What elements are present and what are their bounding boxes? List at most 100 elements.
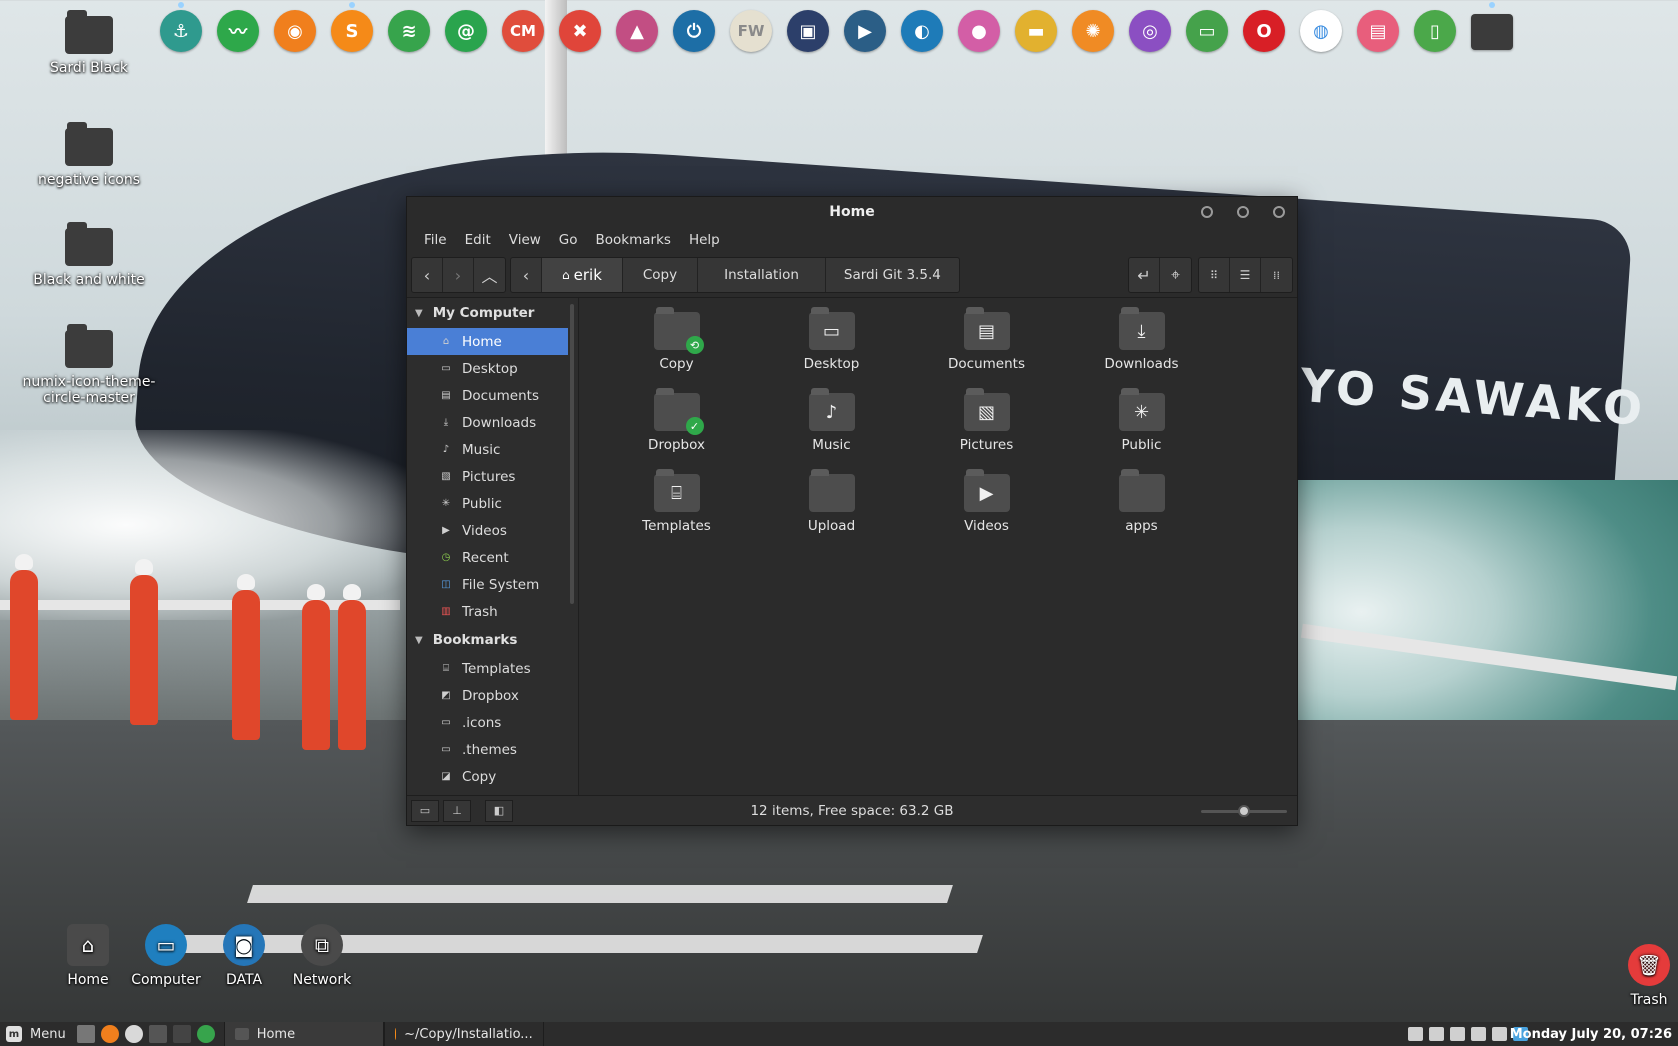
sidebar-item-templates[interactable]: ⌸ Templates	[407, 655, 578, 682]
desktop-trash[interactable]: 🗑 Trash	[1584, 944, 1678, 1008]
update-shield-icon[interactable]	[1492, 1027, 1507, 1041]
mail-icon[interactable]: @	[445, 10, 487, 52]
file-view[interactable]: ⟲ Copy ▭ Desktop ▤ Documents ⤓ Downloads ✓ Dropbo…	[579, 298, 1297, 795]
sidebar-item-documents[interactable]: ▤ Documents	[407, 382, 578, 409]
menu-view[interactable]: View	[500, 232, 550, 248]
firefox-icon[interactable]: ◉	[274, 10, 316, 52]
toggle-sidebar-button[interactable]: ◧	[485, 799, 513, 822]
sidebar-item-downloads[interactable]: ⤓ Downloads	[407, 409, 578, 436]
file-item-copy[interactable]: ⟲ Copy	[599, 307, 754, 372]
file-item-music[interactable]: ♪ Music	[754, 388, 909, 453]
file-item-apps[interactable]: apps	[1064, 469, 1219, 534]
spotify-icon[interactable]	[196, 1025, 215, 1043]
breadcrumb-back-button[interactable]: ‹	[511, 258, 542, 292]
breadcrumb-installation[interactable]: Installation	[698, 258, 826, 292]
dropbox-icon[interactable]	[1450, 1027, 1465, 1041]
maximize-button[interactable]	[1237, 206, 1249, 218]
power-icon[interactable]: ⏻	[673, 10, 715, 52]
ruler-icon[interactable]: ▬	[1015, 10, 1057, 52]
menu-edit[interactable]: Edit	[456, 232, 500, 248]
opera-icon[interactable]: O	[1243, 10, 1285, 52]
sidebar-item-trash[interactable]: ▥ Trash	[407, 598, 578, 625]
up-button[interactable]: ︿	[474, 258, 505, 292]
sidebar-item-icons[interactable]: ▭ .icons	[407, 709, 578, 736]
forward-button[interactable]: ›	[443, 258, 474, 292]
volume-icon[interactable]	[1429, 1027, 1444, 1041]
desktop-folder-sardi-black[interactable]: Sardi Black	[24, 10, 154, 76]
sublime-icon[interactable]: S	[331, 10, 373, 52]
breadcrumb-copy[interactable]: Copy	[623, 258, 699, 292]
file-item-pictures[interactable]: ▧ Pictures	[909, 388, 1064, 453]
window-titlebar[interactable]: Home	[407, 197, 1297, 227]
zoom-slider-handle[interactable]	[1238, 805, 1250, 817]
desktop-folder-numix[interactable]: numix-icon-theme-circle-master	[18, 324, 160, 406]
menu-help[interactable]: Help	[680, 232, 729, 248]
minimize-button[interactable]	[1201, 206, 1213, 218]
file-item-dropbox[interactable]: ✓ Dropbox	[599, 388, 754, 453]
spotify-icon[interactable]: ≋	[388, 10, 430, 52]
taskbar-window-home[interactable]: Home	[223, 1022, 384, 1046]
search-button[interactable]: ⌖	[1160, 258, 1191, 292]
pinwheel-icon[interactable]: ✺	[1072, 10, 1114, 52]
desktop-folder-black-and-white[interactable]: Black and white	[24, 222, 154, 288]
screenshot-icon[interactable]	[1471, 1027, 1486, 1041]
folder-icon[interactable]	[1471, 14, 1513, 50]
toggle-location-button[interactable]: ↵	[1129, 258, 1160, 292]
sidebar-section-computer[interactable]: ▼ My Computer	[407, 298, 578, 328]
menu-button[interactable]: m Menu	[0, 1022, 74, 1046]
sidebar-item-music[interactable]: ♪ Music	[407, 436, 578, 463]
close-button[interactable]	[1273, 206, 1285, 218]
inkscape-icon[interactable]: ▲	[616, 10, 658, 52]
show-places-button[interactable]: ▭	[411, 799, 439, 822]
screenshot-icon[interactable]: ▣	[787, 10, 829, 52]
sidebar-item-file-system[interactable]: ◫ File System	[407, 571, 578, 598]
icon-view-button[interactable]: ⠿	[1199, 258, 1230, 292]
display-icon[interactable]	[1408, 1027, 1423, 1041]
firefox-icon[interactable]	[100, 1025, 119, 1043]
pidgin-icon[interactable]: ◐	[901, 10, 943, 52]
file-item-downloads[interactable]: ⤓ Downloads	[1064, 307, 1219, 372]
disk-icon[interactable]: ◎	[1129, 10, 1171, 52]
files-icon[interactable]	[172, 1025, 191, 1043]
camera-icon[interactable]: ●	[958, 10, 1000, 52]
file-item-desktop[interactable]: ▭ Desktop	[754, 307, 909, 372]
video-editor-icon[interactable]: ▶	[844, 10, 886, 52]
terminal-icon[interactable]	[148, 1025, 167, 1043]
chrome-icon[interactable]: ◍	[1300, 10, 1342, 52]
printer-icon[interactable]: ▤	[1357, 10, 1399, 52]
zoom-slider[interactable]	[1201, 805, 1287, 817]
file-item-public[interactable]: ✳ Public	[1064, 388, 1219, 453]
taskbar-window-sublime[interactable]: ~/Copy/Installatio...	[383, 1022, 544, 1046]
system-monitor-icon[interactable]: 〰	[217, 10, 259, 52]
sidebar-item-copy[interactable]: ◪ Copy	[407, 763, 578, 790]
file-item-templates[interactable]: ⌸ Templates	[599, 469, 754, 534]
compact-view-button[interactable]: ⁞⁞	[1261, 258, 1292, 292]
show-desktop-icon[interactable]	[76, 1025, 95, 1043]
menu-go[interactable]: Go	[550, 232, 587, 248]
sidebar-item-desktop[interactable]: ▭ Desktop	[407, 355, 578, 382]
sidebar-item-home[interactable]: ⌂ Home	[407, 328, 568, 355]
breadcrumb-erik[interactable]: ⌂ erik	[542, 258, 623, 292]
tools-icon[interactable]: ✖	[559, 10, 601, 52]
breadcrumb-sardi-git[interactable]: Sardi Git 3.5.4	[826, 258, 959, 292]
file-item-upload[interactable]: Upload	[754, 469, 909, 534]
sidebar-item-pictures[interactable]: ▧ Pictures	[407, 463, 578, 490]
sidebar-section-bookmarks[interactable]: ▼ Bookmarks	[407, 625, 578, 655]
file-item-documents[interactable]: ▤ Documents	[909, 307, 1064, 372]
sidebar-item-videos[interactable]: ▶ Videos	[407, 517, 578, 544]
list-view-button[interactable]: ☰	[1230, 258, 1261, 292]
sidebar-item-dropbox[interactable]: ◩ Dropbox	[407, 682, 578, 709]
sidebar-scrollbar[interactable]	[570, 304, 574, 604]
file-item-videos[interactable]: ▶ Videos	[909, 469, 1064, 534]
anchor-icon[interactable]: ⚓	[160, 10, 202, 52]
menu-file[interactable]: File	[415, 232, 456, 248]
fw-icon[interactable]: FW	[730, 10, 772, 52]
show-treeview-button[interactable]: ⊥	[443, 799, 471, 822]
menu-bookmarks[interactable]: Bookmarks	[587, 232, 680, 248]
sidebar-item-recent[interactable]: ◷ Recent	[407, 544, 578, 571]
back-button[interactable]: ‹	[412, 258, 443, 292]
desktop-network[interactable]: ⧉ Network	[258, 924, 386, 988]
clock[interactable]: Monday July 20, 07:26	[1510, 1027, 1672, 1042]
book-icon[interactable]: ▯	[1414, 10, 1456, 52]
sidebar-item-themes[interactable]: ▭ .themes	[407, 736, 578, 763]
